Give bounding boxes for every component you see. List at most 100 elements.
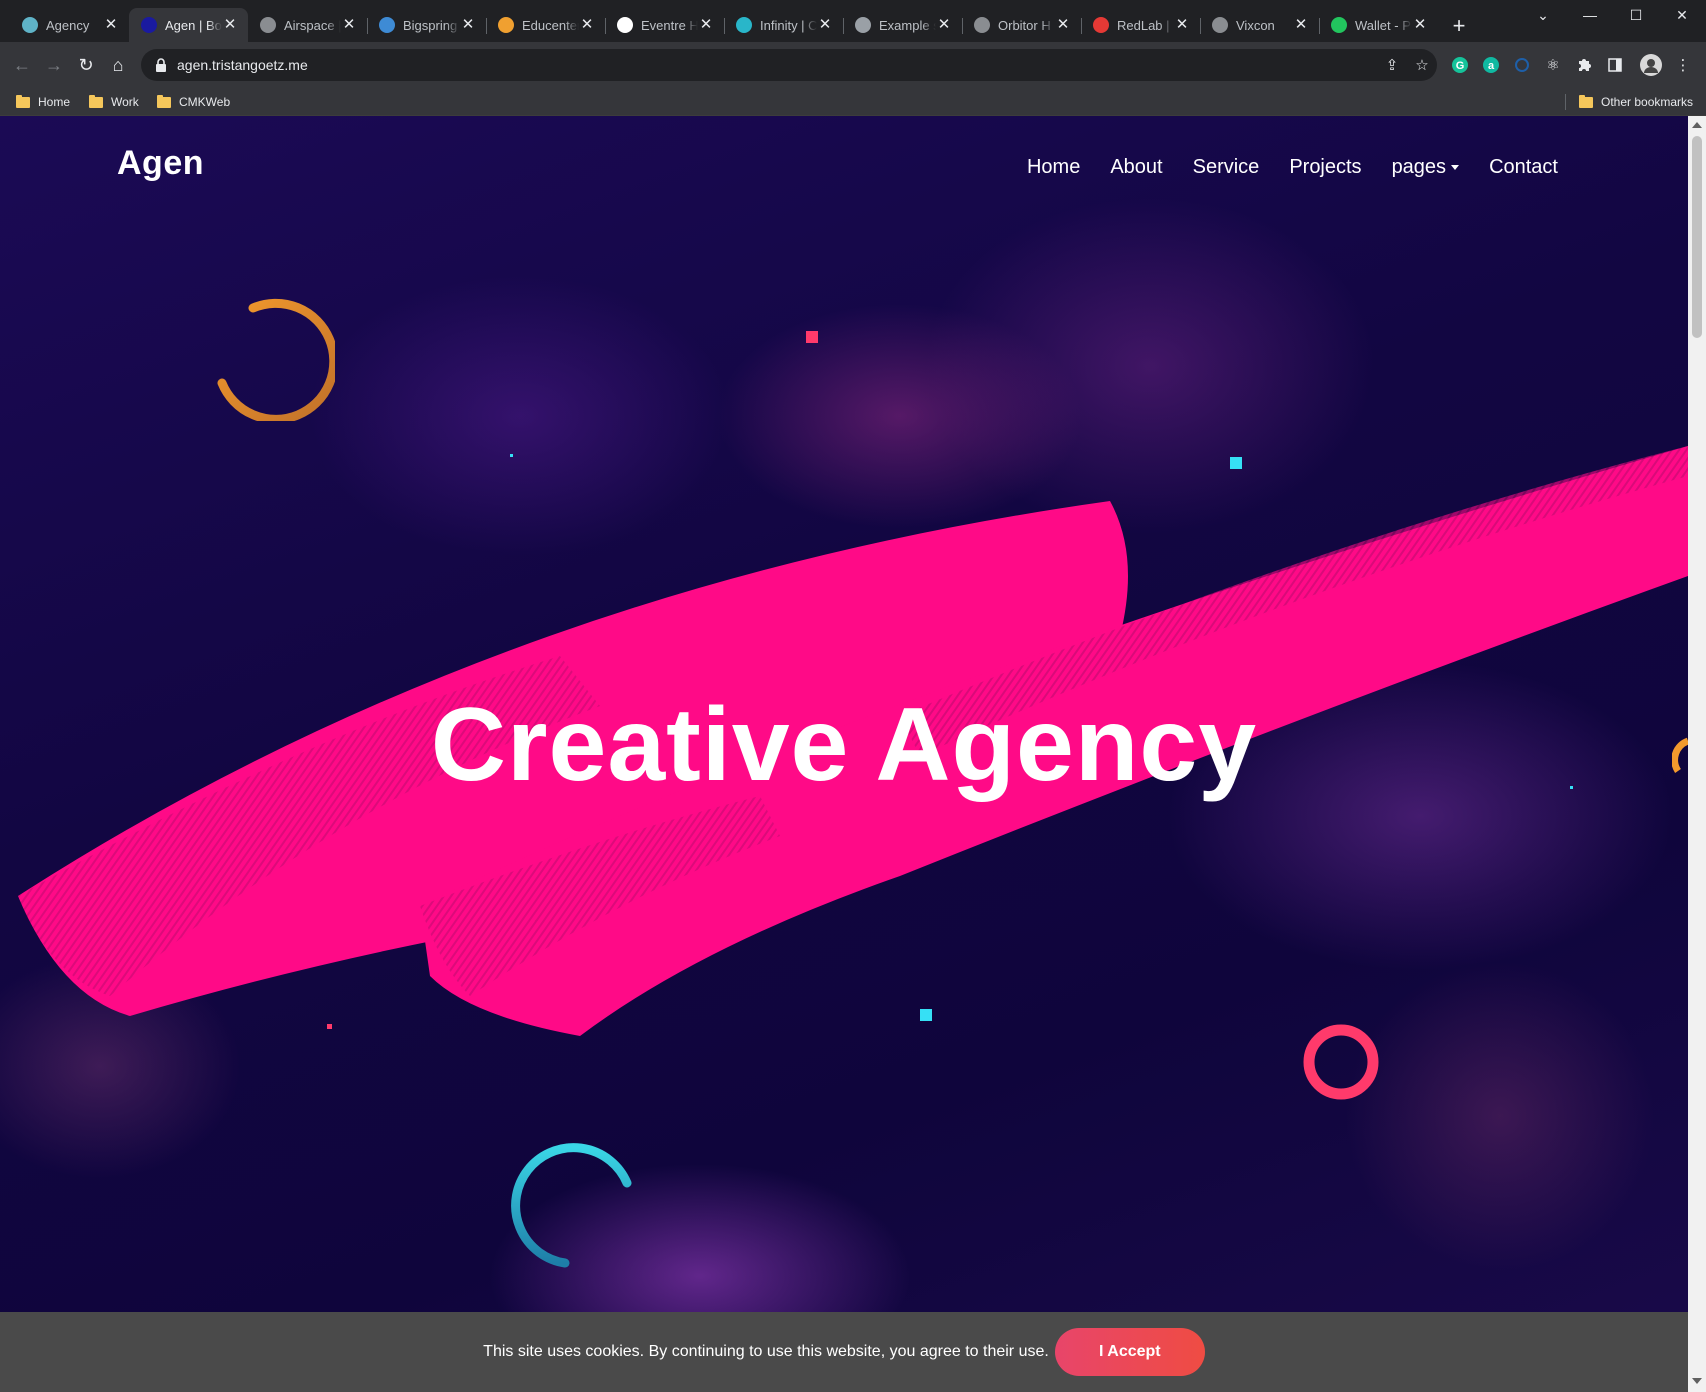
url-text: agen.tristangoetz.me: [177, 57, 308, 73]
side-panel-icon[interactable]: [1604, 54, 1626, 76]
main-navigation: Home About Service Projects pages Contac…: [1027, 156, 1558, 179]
profile-avatar[interactable]: [1640, 54, 1662, 76]
nav-service[interactable]: Service: [1193, 156, 1260, 179]
folder-icon: [157, 94, 171, 108]
nav-pages-dropdown[interactable]: pages: [1392, 156, 1460, 179]
svg-text:a: a: [1488, 60, 1495, 72]
tab-close-icon[interactable]: ✕: [1412, 17, 1428, 33]
tab-separator: [367, 18, 368, 34]
reload-icon[interactable]: ↻: [72, 51, 100, 79]
globe-icon: [1212, 17, 1228, 33]
tab-separator: [724, 18, 725, 34]
bookmark-home[interactable]: Home: [16, 92, 70, 112]
bookmark-work[interactable]: Work: [89, 92, 139, 112]
tab-separator: [843, 18, 844, 34]
browser-tab[interactable]: Orbitor H ✕: [962, 8, 1081, 42]
nav-contact[interactable]: Contact: [1489, 156, 1558, 179]
globe-teal-icon: [22, 17, 38, 33]
forward-arrow-icon[interactable]: →: [40, 51, 68, 79]
close-window-icon[interactable]: ✕: [1659, 0, 1705, 30]
tab-title: RedLab | F: [1117, 17, 1174, 33]
scroll-thumb[interactable]: [1692, 136, 1702, 338]
browser-tab[interactable]: Educenter ✕: [486, 8, 605, 42]
cookie-accept-button[interactable]: I Accept: [1054, 1328, 1205, 1376]
browser-tab[interactable]: Wallet - P ✕: [1319, 8, 1438, 42]
bookmark-separator: [1565, 94, 1566, 110]
maximize-icon[interactable]: ☐: [1613, 0, 1659, 30]
back-arrow-icon[interactable]: ←: [8, 51, 36, 79]
bookmark-star-icon[interactable]: ☆: [1407, 50, 1437, 80]
tab-close-icon[interactable]: ✕: [1174, 17, 1190, 33]
address-bar[interactable]: agen.tristangoetz.me ⇪ ☆: [141, 49, 1437, 81]
orange-ring-decoration: [217, 298, 335, 421]
svg-text:G: G: [1456, 60, 1465, 72]
tab-close-icon[interactable]: ✕: [222, 17, 238, 33]
redlab-icon: [1093, 17, 1109, 33]
tab-search-icon[interactable]: ⌄: [1520, 0, 1566, 30]
tab-strip: Agency ✕ Agen | Bo ✕ Airspace | ✕ Bigspring ✕ Ed…: [0, 0, 1706, 42]
react-devtools-icon[interactable]: ⚛: [1542, 54, 1564, 76]
tab-close-icon[interactable]: ✕: [817, 17, 833, 33]
scroll-up-icon[interactable]: [1692, 122, 1702, 128]
nav-home[interactable]: Home: [1027, 156, 1080, 179]
infinity-icon: [736, 17, 752, 33]
pink-ring-decoration: [1303, 1024, 1379, 1100]
educenter-icon: [498, 17, 514, 33]
tab-close-icon[interactable]: ✕: [698, 17, 714, 33]
pink-square-decoration: [806, 331, 818, 343]
tab-close-icon[interactable]: ✕: [936, 17, 952, 33]
tab-close-icon[interactable]: ✕: [341, 17, 357, 33]
folder-icon: [89, 94, 103, 108]
bookmark-cmkweb[interactable]: CMKWeb: [157, 92, 230, 112]
page-viewport: Agen Home About Service Projects pages C…: [0, 116, 1688, 1392]
tab-separator: [605, 18, 606, 34]
page-scrollbar[interactable]: [1688, 116, 1706, 1392]
caret-down-icon: [1451, 165, 1460, 170]
browser-tab[interactable]: RedLab | F✕: [1081, 8, 1200, 42]
browser-tab[interactable]: Airspace | ✕: [248, 8, 367, 42]
cookie-message: This site uses cookies. By continuing to…: [483, 1343, 1049, 1360]
tab-title: Infinity | C: [760, 17, 817, 33]
tab-separator: [1081, 18, 1082, 34]
tab-title: Wallet - P: [1355, 17, 1411, 33]
tab-close-icon[interactable]: ✕: [1293, 17, 1309, 33]
cyan-square-decoration: [920, 1009, 932, 1021]
folder-icon: [16, 94, 30, 108]
browser-tab[interactable]: Eventre H ✕: [605, 8, 724, 42]
tab-title: Vixcon: [1236, 17, 1275, 33]
browser-tab[interactable]: Example s ✕: [843, 8, 962, 42]
scroll-down-icon[interactable]: [1692, 1378, 1702, 1384]
cyan-square-decoration: [1230, 457, 1242, 469]
nav-about[interactable]: About: [1110, 156, 1162, 179]
browser-toolbar: ← → ↻ ⌂ agen.tristangoetz.me ⇪ ☆ G a ⚛ ⋮: [0, 42, 1706, 88]
nav-projects[interactable]: Projects: [1289, 156, 1361, 179]
minimize-icon[interactable]: —: [1567, 0, 1613, 30]
tab-close-icon[interactable]: ✕: [1055, 17, 1071, 33]
tab-separator: [1319, 18, 1320, 34]
browser-tab[interactable]: Agency ✕: [10, 8, 129, 42]
site-logo[interactable]: Agen: [117, 144, 204, 183]
bookmark-other[interactable]: Other bookmarks: [1579, 92, 1693, 112]
share-icon[interactable]: ⇪: [1377, 50, 1407, 80]
wallet-icon: [1331, 17, 1347, 33]
browser-tab[interactable]: Infinity | C ✕: [724, 8, 843, 42]
tab-close-icon[interactable]: ✕: [579, 17, 595, 33]
chrome-menu-icon[interactable]: ⋮: [1672, 54, 1694, 76]
new-tab-icon[interactable]: +: [1448, 15, 1470, 38]
tab-title: Airspace |: [284, 17, 341, 33]
tab-title: Educenter: [522, 17, 579, 33]
a-extension-icon[interactable]: a: [1480, 54, 1502, 76]
cyan-dot-decoration: [510, 454, 513, 457]
tab-close-icon[interactable]: ✕: [103, 17, 119, 33]
browser-tab[interactable]: Vixcon ✕: [1200, 8, 1319, 42]
tab-separator: [962, 18, 963, 34]
browser-tab[interactable]: Bigspring ✕: [367, 8, 486, 42]
home-icon[interactable]: ⌂: [104, 51, 132, 79]
tab-close-icon[interactable]: ✕: [460, 17, 476, 33]
tab-title: Agency: [46, 17, 90, 33]
dark-extension-icon[interactable]: [1511, 54, 1533, 76]
tab-separator: [486, 18, 487, 34]
extensions-puzzle-icon[interactable]: [1573, 54, 1595, 76]
browser-tab[interactable]: Agen | Bo ✕: [129, 8, 248, 42]
grammarly-extension-icon[interactable]: G: [1449, 54, 1471, 76]
